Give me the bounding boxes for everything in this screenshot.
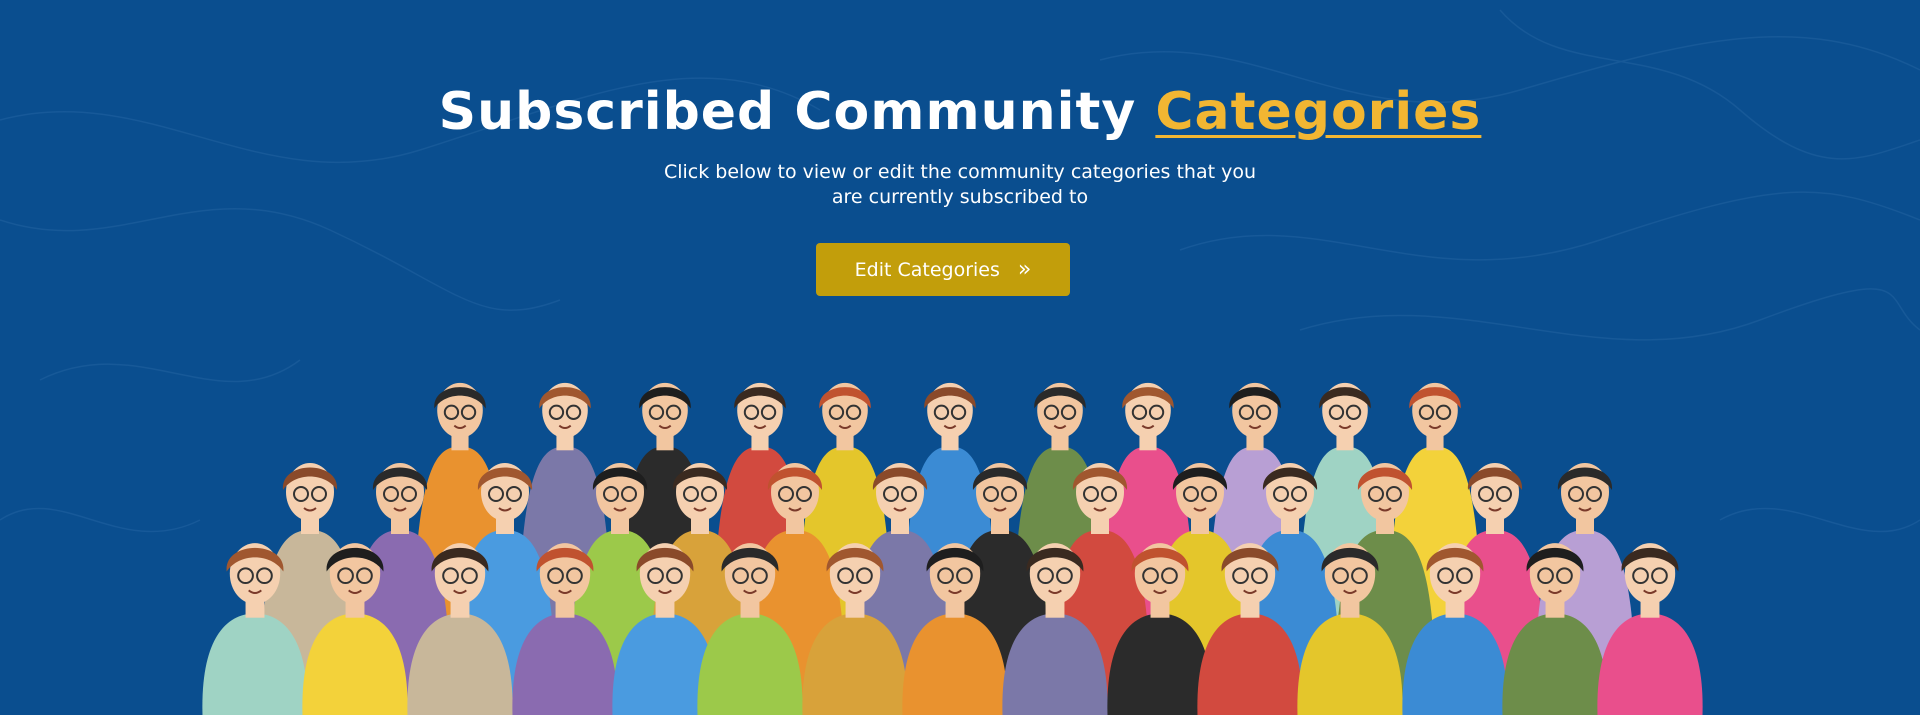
page-title: Subscribed Community Categories [0, 82, 1920, 142]
title-accent: Categories [1155, 82, 1482, 142]
edit-categories-button[interactable]: Edit Categories » [816, 243, 1070, 296]
page-subtitle: Click below to view or edit the communit… [663, 161, 1256, 208]
double-chevron-right-icon: » [1017, 256, 1032, 282]
edit-categories-label: Edit Categories [854, 258, 1000, 281]
title-main: Subscribed Community [438, 82, 1137, 142]
crowd-illustration [202, 382, 1703, 715]
